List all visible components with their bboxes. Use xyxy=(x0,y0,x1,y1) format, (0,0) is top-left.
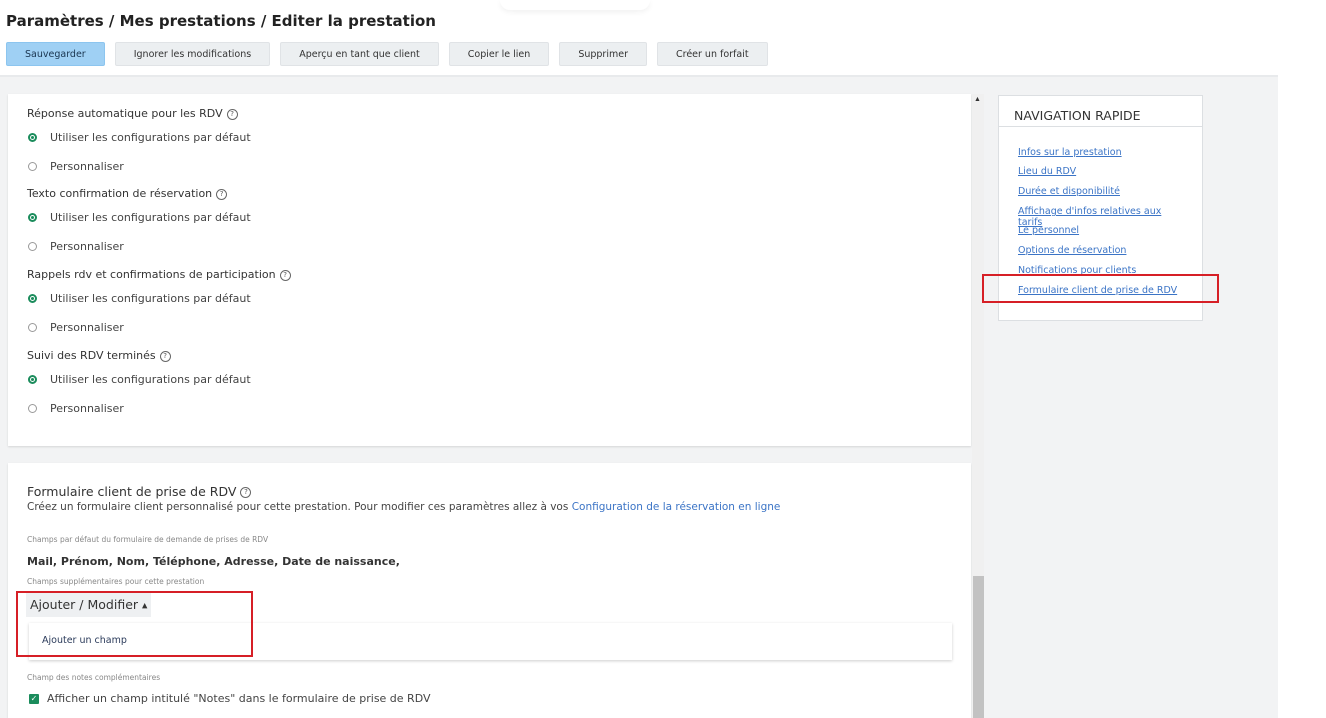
radio-unchecked-icon[interactable] xyxy=(28,242,37,251)
scrollbar-thumb[interactable] xyxy=(973,576,984,718)
radio-checked-icon[interactable] xyxy=(28,213,37,222)
create-package-button[interactable]: Créer un forfait xyxy=(656,42,768,66)
help-icon[interactable]: ? xyxy=(279,269,291,281)
default-fields-label: Champs par défaut du formulaire de deman… xyxy=(27,535,269,544)
auto-reply-default-option[interactable]: Utiliser les configurations par défaut xyxy=(28,131,251,144)
radio-checked-icon[interactable] xyxy=(28,133,37,142)
quick-navigation-divider xyxy=(999,126,1202,127)
radio-checked-icon[interactable] xyxy=(28,294,37,303)
auto-reply-custom-option[interactable]: Personnaliser xyxy=(28,160,124,173)
delete-button[interactable]: Supprimer xyxy=(559,42,647,66)
help-icon[interactable]: ? xyxy=(159,350,171,362)
help-icon[interactable]: ? xyxy=(226,108,238,120)
help-icon[interactable]: ? xyxy=(216,188,228,200)
followup-default-option[interactable]: Utiliser les configurations par défaut xyxy=(28,373,251,386)
scroll-up-arrow-icon[interactable]: ▲ xyxy=(974,96,981,103)
top-ghost-tab xyxy=(500,0,650,10)
radio-unchecked-icon[interactable] xyxy=(28,404,37,413)
reminders-custom-option[interactable]: Personnaliser xyxy=(28,321,124,334)
default-fields-list: Mail, Prénom, Nom, Téléphone, Adresse, D… xyxy=(27,555,400,568)
nav-link-staff[interactable]: Le personnel xyxy=(1018,225,1079,236)
notes-checkbox-option[interactable]: ✓ Afficher un champ intitulé "Notes" dans… xyxy=(29,692,431,705)
copy-link-button[interactable]: Copier le lien xyxy=(448,42,550,66)
checkbox-checked-icon[interactable]: ✓ xyxy=(29,694,39,704)
quick-navigation-title: NAVIGATION RAPIDE xyxy=(1014,108,1141,123)
reminders-default-option[interactable]: Utiliser les configurations par défaut xyxy=(28,292,251,305)
page-breadcrumb: Paramètres / Mes prestations / Editer la… xyxy=(6,12,436,30)
followup-custom-option[interactable]: Personnaliser xyxy=(28,402,124,415)
nav-link-duration[interactable]: Durée et disponibilité xyxy=(1018,186,1120,197)
ignore-changes-button[interactable]: Ignorer les modifications xyxy=(114,42,271,66)
nav-link-service-info[interactable]: Infos sur la prestation xyxy=(1018,147,1122,158)
section-auto-reply-label: Réponse automatique pour les RDV? xyxy=(27,107,238,120)
client-form-description: Créez un formulaire client personnalisé … xyxy=(27,501,781,513)
sms-confirmation-default-option[interactable]: Utiliser les configurations par défaut xyxy=(28,211,251,224)
help-icon[interactable]: ? xyxy=(240,487,252,498)
radio-checked-icon[interactable] xyxy=(28,375,37,384)
highlight-box-add-modify xyxy=(16,591,253,657)
section-sms-confirmation-label: Texto confirmation de réservation? xyxy=(27,187,228,200)
radio-unchecked-icon[interactable] xyxy=(28,323,37,332)
section-followup-label: Suivi des RDV terminés? xyxy=(27,349,171,362)
client-form-title: Formulaire client de prise de RDV? xyxy=(27,484,252,499)
online-booking-config-link[interactable]: Configuration de la réservation en ligne xyxy=(572,501,781,513)
nav-link-location[interactable]: Lieu du RDV xyxy=(1018,166,1076,177)
extra-fields-label: Champs supplémentaires pour cette presta… xyxy=(27,577,205,586)
section-reminders-label: Rappels rdv et confirmations de particip… xyxy=(27,268,291,281)
nav-link-booking-options[interactable]: Options de réservation xyxy=(1018,245,1126,256)
highlight-box-nav-link xyxy=(982,274,1219,303)
toolbar: Sauvegarder Ignorer les modifications Ap… xyxy=(6,42,768,66)
save-button[interactable]: Sauvegarder xyxy=(6,42,105,66)
notes-field-label: Champ des notes complémentaires xyxy=(27,673,161,682)
preview-as-client-button[interactable]: Aperçu en tant que client xyxy=(280,42,439,66)
sms-confirmation-custom-option[interactable]: Personnaliser xyxy=(28,240,124,253)
radio-unchecked-icon[interactable] xyxy=(28,162,37,171)
